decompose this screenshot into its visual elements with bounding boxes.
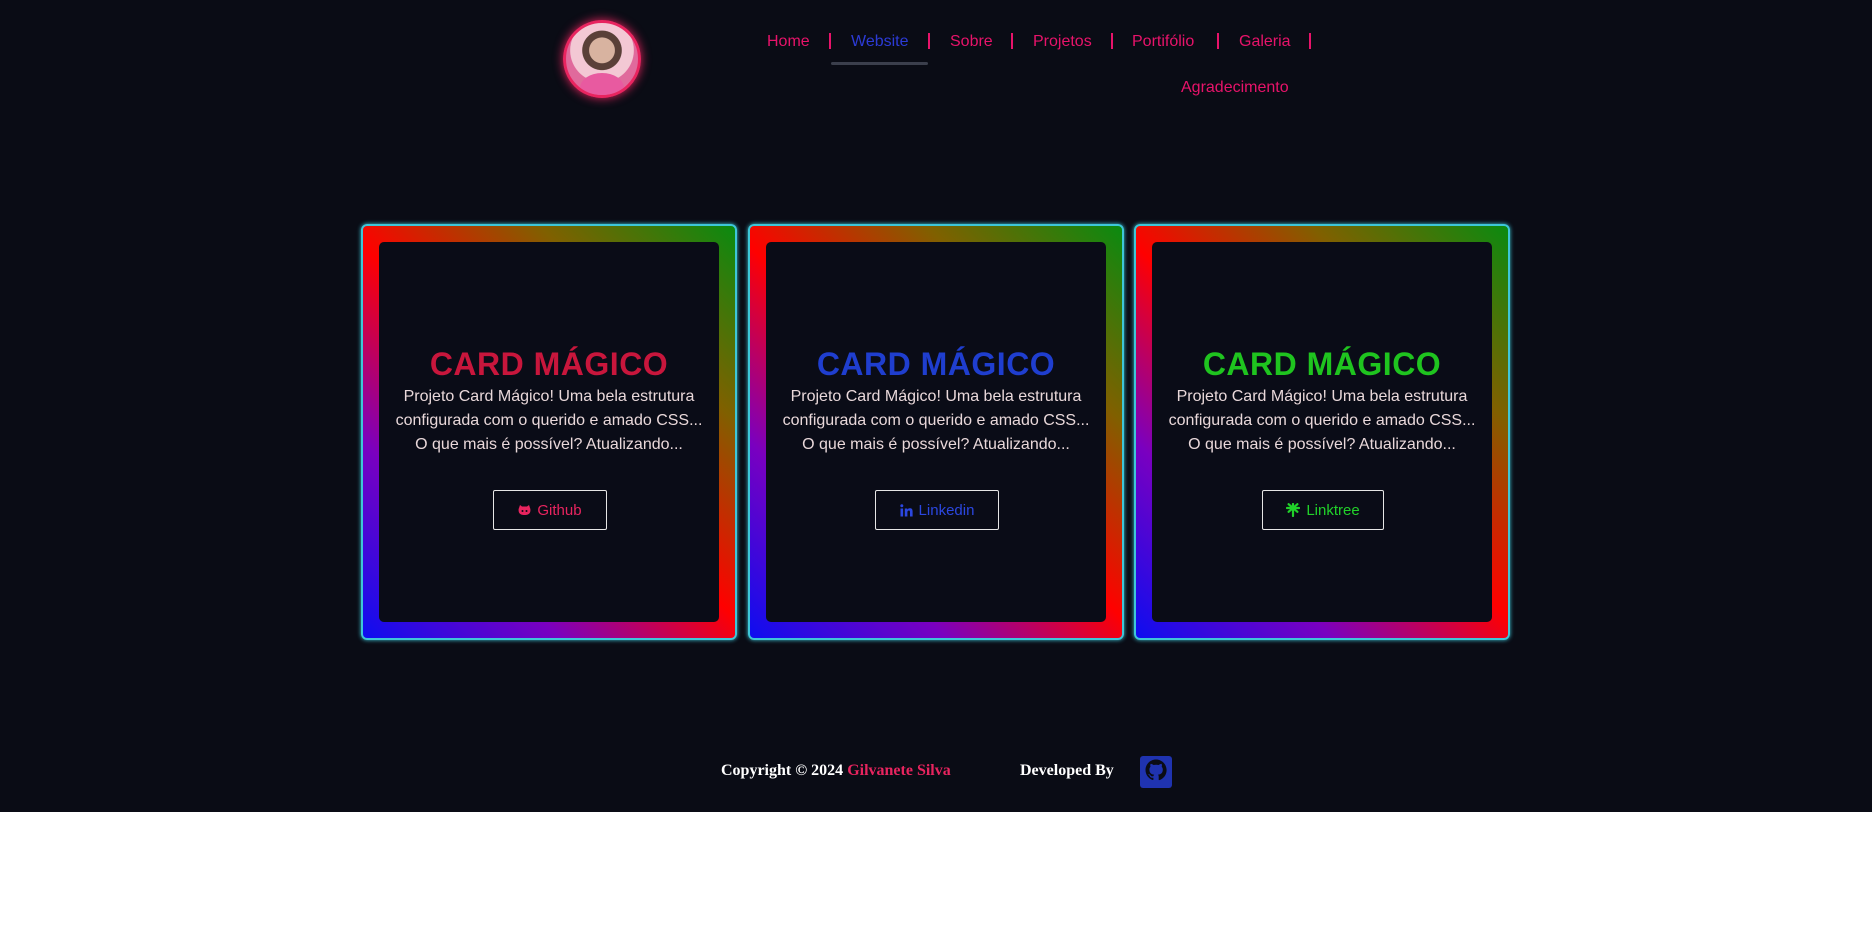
github-icon <box>518 504 531 516</box>
nav-item-portifolio[interactable]: Portifólio <box>1132 33 1194 51</box>
card-description-line: Projeto Card Mágico! Uma bela estrutura <box>403 388 695 405</box>
card-description-line: O que mais é possível? Atualizando... <box>415 436 683 453</box>
nav-separator <box>1111 33 1113 49</box>
footer-github-link[interactable] <box>1140 756 1172 788</box>
magic-card-github: CARD MÁGICO Projeto Card Mágico! Uma bel… <box>361 224 737 640</box>
github-button[interactable]: Github <box>493 490 607 530</box>
card-description-line: configurada com o querido e amado CSS... <box>1168 412 1476 429</box>
footer-copyright: Copyright © 2024 Gilvanete Silva <box>721 762 951 780</box>
developed-by-label: Developed By <box>1020 762 1114 779</box>
profile-avatar[interactable] <box>563 20 641 98</box>
nav-separator <box>928 33 930 49</box>
nav-active-indicator <box>831 62 928 65</box>
card-description-line: configurada com o querido e amado CSS... <box>782 412 1090 429</box>
card-description-line: O que mais é possível? Atualizando... <box>1188 436 1456 453</box>
linktree-button-label: Linktree <box>1306 501 1360 519</box>
nav-separator <box>829 33 831 49</box>
author-name[interactable]: Gilvanete Silva <box>847 762 951 779</box>
magic-card-linkedin: CARD MÁGICO Projeto Card Mágico! Uma bel… <box>748 224 1124 640</box>
copyright-text: Copyright © 2024 <box>721 762 844 779</box>
linkedin-icon <box>899 503 913 517</box>
linktree-icon <box>1286 503 1301 517</box>
nav-separator <box>1309 33 1311 49</box>
card-title: CARD MÁGICO <box>1202 346 1442 382</box>
card-body: CARD MÁGICO Projeto Card Mágico! Uma bel… <box>379 242 719 622</box>
card-body: CARD MÁGICO Projeto Card Mágico! Uma bel… <box>1152 242 1492 622</box>
github-button-label: Github <box>537 501 582 519</box>
card-description: Projeto Card Mágico! Uma bela estrutura … <box>780 385 1092 457</box>
card-description-line: Projeto Card Mágico! Uma bela estrutura <box>1176 388 1468 405</box>
card-title: CARD MÁGICO <box>429 346 669 382</box>
nav-item-website[interactable]: Website <box>851 33 909 51</box>
card-body: CARD MÁGICO Projeto Card Mágico! Uma bel… <box>766 242 1106 622</box>
card-description: Projeto Card Mágico! Uma bela estrutura … <box>393 385 705 457</box>
magic-card-linktree: CARD MÁGICO Projeto Card Mágico! Uma bel… <box>1134 224 1510 640</box>
nav-separator <box>1217 33 1219 49</box>
card-description-line: configurada com o querido e amado CSS... <box>395 412 703 429</box>
linkedin-button-label: Linkedin <box>918 501 975 519</box>
card-description-line: Projeto Card Mágico! Uma bela estrutura <box>790 388 1082 405</box>
nav-item-galeria[interactable]: Galeria <box>1239 33 1291 51</box>
card-description-line: O que mais é possível? Atualizando... <box>802 436 1070 453</box>
page: Home Website Sobre Projetos Portifólio G… <box>0 0 1872 812</box>
linkedin-button[interactable]: Linkedin <box>875 490 999 530</box>
card-title: CARD MÁGICO <box>816 346 1056 382</box>
nav-item-agradecimento[interactable]: Agradecimento <box>1181 79 1289 97</box>
nav-separator <box>1011 33 1013 49</box>
nav-item-home[interactable]: Home <box>767 33 810 51</box>
nav-item-projetos[interactable]: Projetos <box>1033 33 1092 51</box>
card-description: Projeto Card Mágico! Uma bela estrutura … <box>1166 385 1478 457</box>
linktree-button[interactable]: Linktree <box>1262 490 1384 530</box>
github-icon <box>1144 758 1168 787</box>
avatar-shirt <box>580 73 624 95</box>
nav-item-sobre[interactable]: Sobre <box>950 33 993 51</box>
